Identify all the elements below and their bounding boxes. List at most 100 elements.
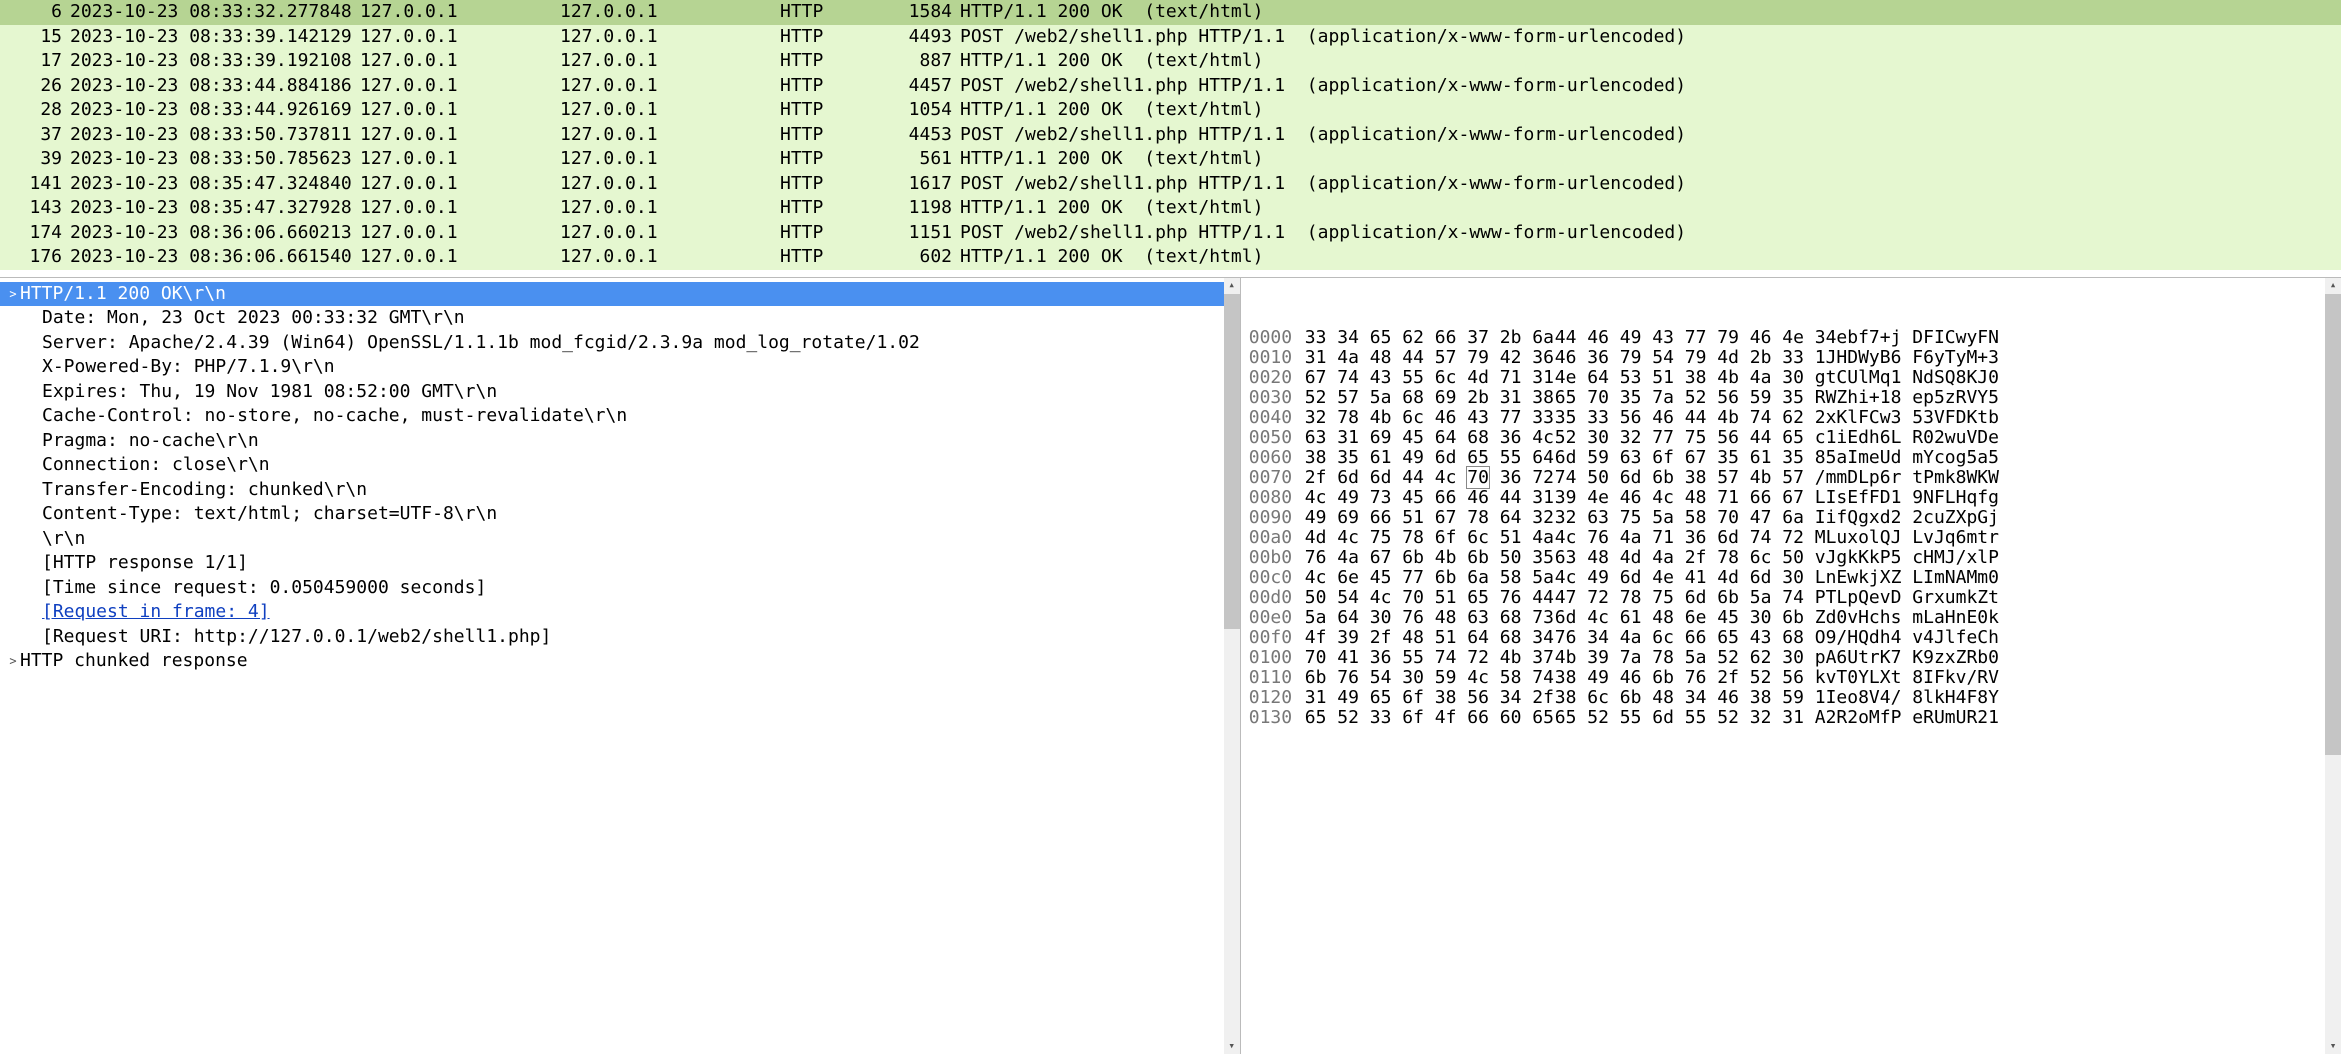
col-protocol: HTTP bbox=[780, 0, 880, 24]
detail-line[interactable]: [Request in frame: 4] bbox=[0, 600, 1240, 625]
packet-row[interactable]: 1412023-10-23 08:35:47.324840127.0.0.112… bbox=[0, 172, 2341, 197]
detail-line[interactable]: Connection: close\r\n bbox=[0, 453, 1240, 478]
col-length: 4453 bbox=[880, 123, 960, 147]
col-protocol: HTTP bbox=[780, 98, 880, 122]
col-destination: 127.0.0.1 bbox=[560, 98, 780, 122]
col-length: 561 bbox=[880, 147, 960, 171]
detail-text: Pragma: no-cache\r\n bbox=[42, 429, 259, 453]
detail-line[interactable]: Transfer-Encoding: chunked\r\n bbox=[0, 478, 1240, 503]
col-protocol: HTTP bbox=[780, 172, 880, 196]
col-time: 2023-10-23 08:36:06.661540 bbox=[70, 245, 360, 269]
col-no: 15 bbox=[0, 25, 70, 49]
col-protocol: HTTP bbox=[780, 147, 880, 171]
col-time: 2023-10-23 08:36:06.660213 bbox=[70, 221, 360, 245]
detail-line[interactable]: >HTTP/1.1 200 OK\r\n bbox=[0, 282, 1240, 307]
expand-icon[interactable]: > bbox=[6, 286, 20, 302]
detail-line[interactable]: Content-Type: text/html; charset=UTF-8\r… bbox=[0, 502, 1240, 527]
col-no: 141 bbox=[0, 172, 70, 196]
detail-text: HTTP chunked response bbox=[20, 649, 248, 673]
col-time: 2023-10-23 08:33:39.142129 bbox=[70, 25, 360, 49]
packet-details-pane[interactable]: >HTTP/1.1 200 OK\r\nDate: Mon, 23 Oct 20… bbox=[0, 278, 1241, 1054]
col-no: 174 bbox=[0, 221, 70, 245]
scroll-thumb[interactable] bbox=[2325, 294, 2341, 756]
col-no: 37 bbox=[0, 123, 70, 147]
col-time: 2023-10-23 08:33:50.785623 bbox=[70, 147, 360, 171]
detail-line[interactable]: \r\n bbox=[0, 527, 1240, 552]
col-destination: 127.0.0.1 bbox=[560, 196, 780, 220]
scroll-up-icon[interactable]: ▴ bbox=[2325, 278, 2341, 294]
col-protocol: HTTP bbox=[780, 123, 880, 147]
hex-bytes-right: 65 52 55 6d 55 52 32 31 bbox=[1555, 706, 1815, 730]
col-length: 1198 bbox=[880, 196, 960, 220]
col-no: 143 bbox=[0, 196, 70, 220]
col-info: HTTP/1.1 200 OK (text/html) bbox=[960, 196, 2341, 220]
col-protocol: HTTP bbox=[780, 49, 880, 73]
packet-list[interactable]: 62023-10-23 08:33:32.277848127.0.0.1127.… bbox=[0, 0, 2341, 270]
col-info: POST /web2/shell1.php HTTP/1.1 (applicat… bbox=[960, 74, 2341, 98]
hex-row[interactable]: 013065 52 33 6f 4f 66 60 6565 52 55 6d 5… bbox=[1249, 708, 2341, 728]
detail-line[interactable]: X-Powered-By: PHP/7.1.9\r\n bbox=[0, 355, 1240, 380]
packet-row[interactable]: 1432023-10-23 08:35:47.327928127.0.0.112… bbox=[0, 196, 2341, 221]
col-protocol: HTTP bbox=[780, 245, 880, 269]
col-length: 602 bbox=[880, 245, 960, 269]
scroll-track[interactable] bbox=[1224, 294, 1240, 1039]
hex-offset: 0130 bbox=[1249, 706, 1305, 730]
detail-text: Content-Type: text/html; charset=UTF-8\r… bbox=[42, 502, 497, 526]
expand-icon[interactable]: > bbox=[6, 653, 20, 669]
detail-line[interactable]: >HTTP chunked response bbox=[0, 649, 1240, 674]
packet-row[interactable]: 152023-10-23 08:33:39.142129127.0.0.1127… bbox=[0, 25, 2341, 50]
detail-text: [Time since request: 0.050459000 seconds… bbox=[42, 576, 486, 600]
col-destination: 127.0.0.1 bbox=[560, 0, 780, 24]
detail-line[interactable]: [Time since request: 0.050459000 seconds… bbox=[0, 576, 1240, 601]
detail-text: Date: Mon, 23 Oct 2023 00:33:32 GMT\r\n bbox=[42, 306, 465, 330]
col-destination: 127.0.0.1 bbox=[560, 221, 780, 245]
col-protocol: HTTP bbox=[780, 25, 880, 49]
detail-text: Cache-Control: no-store, no-cache, must-… bbox=[42, 404, 627, 428]
packet-row[interactable]: 392023-10-23 08:33:50.785623127.0.0.1127… bbox=[0, 147, 2341, 172]
detail-line[interactable]: Server: Apache/2.4.39 (Win64) OpenSSL/1.… bbox=[0, 331, 1240, 356]
packet-bytes-pane[interactable]: 000033 34 65 62 66 37 2b 6a44 46 49 43 7… bbox=[1241, 278, 2341, 1054]
scroll-down-icon[interactable]: ▾ bbox=[1224, 1038, 1240, 1054]
col-no: 26 bbox=[0, 74, 70, 98]
detail-line[interactable]: Expires: Thu, 19 Nov 1981 08:52:00 GMT\r… bbox=[0, 380, 1240, 405]
col-destination: 127.0.0.1 bbox=[560, 147, 780, 171]
scroll-track[interactable] bbox=[2325, 294, 2341, 1039]
col-time: 2023-10-23 08:35:47.324840 bbox=[70, 172, 360, 196]
col-time: 2023-10-23 08:33:50.737811 bbox=[70, 123, 360, 147]
packet-row[interactable]: 1762023-10-23 08:36:06.661540127.0.0.112… bbox=[0, 245, 2341, 270]
detail-line[interactable]: Pragma: no-cache\r\n bbox=[0, 429, 1240, 454]
detail-line[interactable]: Cache-Control: no-store, no-cache, must-… bbox=[0, 404, 1240, 429]
hex-bytes-left: 65 52 33 6f 4f 66 60 65 bbox=[1305, 706, 1555, 730]
col-no: 176 bbox=[0, 245, 70, 269]
packet-row[interactable]: 172023-10-23 08:33:39.192108127.0.0.1127… bbox=[0, 49, 2341, 74]
col-time: 2023-10-23 08:33:44.884186 bbox=[70, 74, 360, 98]
col-info: HTTP/1.1 200 OK (text/html) bbox=[960, 147, 2341, 171]
detail-text: HTTP/1.1 200 OK\r\n bbox=[20, 282, 226, 306]
col-length: 4493 bbox=[880, 25, 960, 49]
detail-line[interactable]: [HTTP response 1/1] bbox=[0, 551, 1240, 576]
hex-ascii: A2R2oMfP eRUmUR21 bbox=[1815, 706, 2015, 730]
packet-row[interactable]: 62023-10-23 08:33:32.277848127.0.0.1127.… bbox=[0, 0, 2341, 25]
detail-line[interactable]: [Request URI: http://127.0.0.1/web2/shel… bbox=[0, 625, 1240, 650]
scroll-up-icon[interactable]: ▴ bbox=[1224, 278, 1240, 294]
col-time: 2023-10-23 08:33:44.926169 bbox=[70, 98, 360, 122]
detail-line[interactable]: Date: Mon, 23 Oct 2023 00:33:32 GMT\r\n bbox=[0, 306, 1240, 331]
scroll-thumb[interactable] bbox=[1224, 294, 1240, 629]
col-no: 28 bbox=[0, 98, 70, 122]
hex-selected-byte: 70 bbox=[1467, 467, 1489, 488]
col-length: 887 bbox=[880, 49, 960, 73]
bytes-scrollbar[interactable]: ▴ ▾ bbox=[2325, 278, 2341, 1054]
col-length: 1054 bbox=[880, 98, 960, 122]
detail-text: Transfer-Encoding: chunked\r\n bbox=[42, 478, 367, 502]
col-source: 127.0.0.1 bbox=[360, 74, 560, 98]
col-length: 1617 bbox=[880, 172, 960, 196]
packet-row[interactable]: 262023-10-23 08:33:44.884186127.0.0.1127… bbox=[0, 74, 2341, 99]
packet-row[interactable]: 1742023-10-23 08:36:06.660213127.0.0.112… bbox=[0, 221, 2341, 246]
details-scrollbar[interactable]: ▴ ▾ bbox=[1224, 278, 1240, 1054]
col-source: 127.0.0.1 bbox=[360, 25, 560, 49]
packet-row[interactable]: 372023-10-23 08:33:50.737811127.0.0.1127… bbox=[0, 123, 2341, 148]
packet-row[interactable]: 282023-10-23 08:33:44.926169127.0.0.1127… bbox=[0, 98, 2341, 123]
pane-divider[interactable] bbox=[0, 270, 2341, 278]
request-frame-link[interactable]: [Request in frame: 4] bbox=[42, 600, 270, 624]
scroll-down-icon[interactable]: ▾ bbox=[2325, 1038, 2341, 1054]
